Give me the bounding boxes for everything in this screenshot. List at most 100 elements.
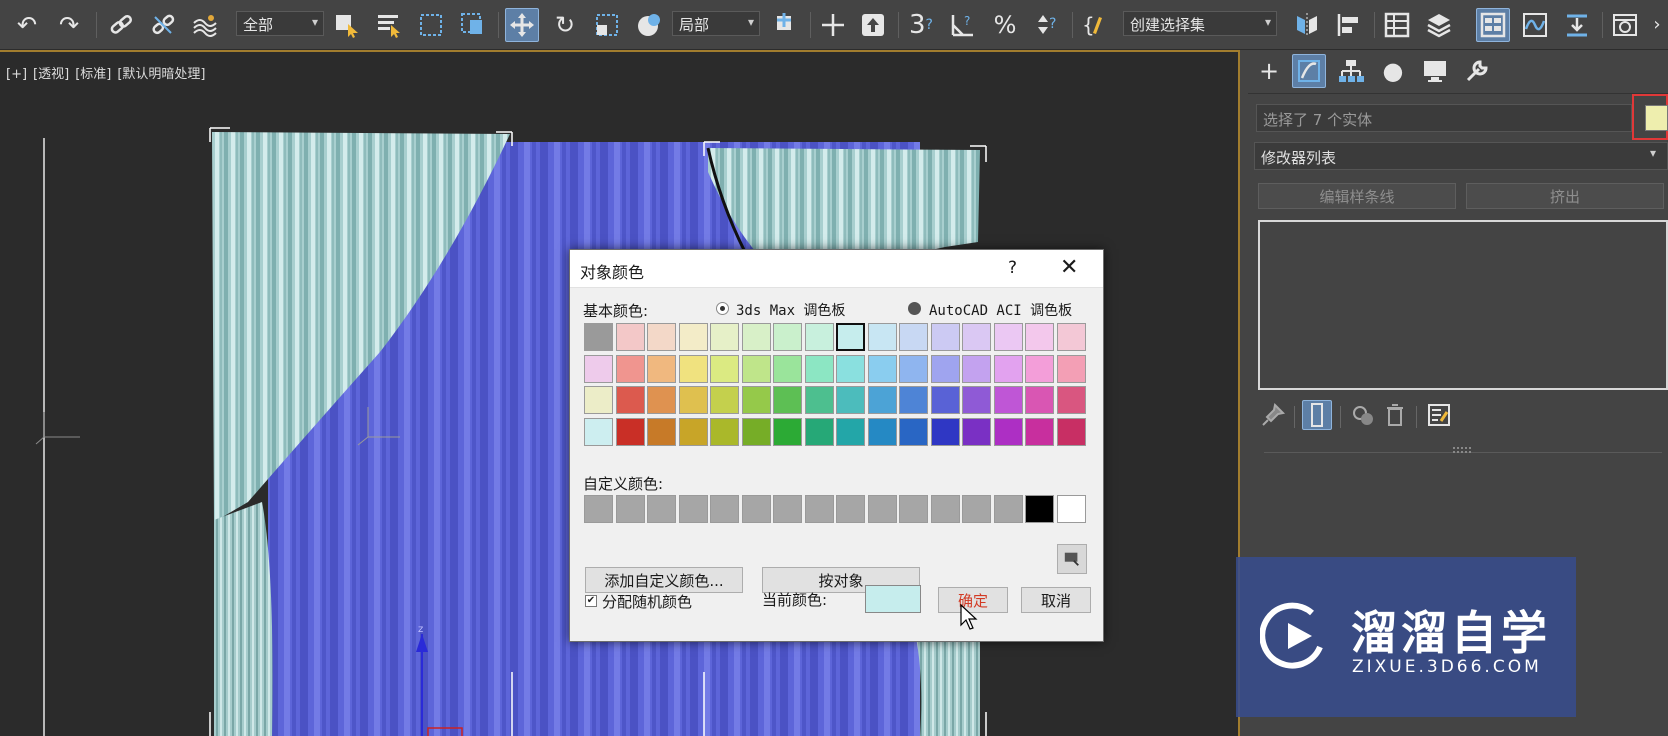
cancel-button[interactable]: 取消 (1021, 587, 1091, 613)
custom-color-swatch[interactable] (836, 495, 865, 523)
palette-swatch[interactable] (710, 386, 739, 414)
palette-swatch[interactable] (1056, 354, 1086, 383)
palette-swatch[interactable] (741, 386, 771, 414)
keyboard-shortcut-override-icon[interactable] (856, 8, 890, 42)
radio-autocad-aci-palette[interactable] (908, 302, 921, 315)
link-icon[interactable] (104, 8, 138, 42)
extrude-button[interactable]: 挤出 (1466, 183, 1664, 209)
palette-swatch[interactable] (773, 354, 802, 383)
palette-swatch[interactable] (741, 417, 771, 446)
palette-swatch[interactable] (773, 323, 802, 351)
edit-named-selection-icon[interactable]: { (1078, 8, 1112, 42)
custom-color-swatch[interactable] (773, 495, 802, 523)
random-color-checkbox[interactable]: ✔ (585, 595, 597, 607)
snap-3d-icon[interactable]: 3? (904, 8, 938, 42)
close-icon[interactable]: ✕ (1060, 255, 1078, 280)
palette-swatch[interactable] (930, 354, 960, 383)
palette-swatch[interactable] (899, 323, 928, 351)
palette-swatch[interactable] (773, 417, 802, 446)
palette-swatch[interactable] (647, 417, 676, 446)
palette-swatch[interactable] (647, 386, 676, 414)
palette-swatch[interactable] (678, 323, 708, 351)
named-selection-set-dropdown[interactable]: 创建选择集 (1123, 11, 1277, 36)
palette-swatch[interactable] (836, 386, 865, 414)
palette-swatch[interactable] (993, 354, 1023, 383)
align-icon[interactable] (1332, 8, 1366, 42)
custom-color-swatch[interactable] (930, 495, 960, 523)
palette-swatch[interactable] (930, 417, 960, 446)
remove-modifier-icon[interactable] (1380, 400, 1410, 430)
configure-modifier-sets-icon[interactable] (1424, 400, 1454, 430)
palette-swatch[interactable] (678, 386, 708, 414)
make-unique-icon[interactable] (1348, 400, 1378, 430)
palette-swatch[interactable] (615, 417, 645, 446)
palette-swatch[interactable] (836, 323, 865, 351)
palette-swatch[interactable] (867, 323, 897, 351)
palette-swatch[interactable] (993, 417, 1023, 446)
radio-3ds-max-palette[interactable] (716, 302, 729, 315)
bind-space-warp-icon[interactable] (188, 8, 222, 42)
palette-swatch[interactable] (993, 323, 1023, 351)
palette-swatch[interactable] (899, 354, 928, 383)
more-tools-chevron-icon[interactable]: › (1646, 8, 1668, 42)
mirror-icon[interactable] (1290, 8, 1324, 42)
palette-swatch[interactable] (678, 417, 708, 446)
palette-swatch[interactable] (773, 386, 802, 414)
tab-hierarchy-icon[interactable] (1334, 54, 1368, 88)
palette-swatch[interactable] (962, 417, 991, 446)
palette-swatch[interactable] (1056, 386, 1086, 414)
palette-swatch[interactable] (804, 417, 834, 446)
custom-color-swatch[interactable] (993, 495, 1023, 523)
reference-coordinate-dropdown[interactable]: 局部 (672, 11, 760, 36)
modifier-stack-list[interactable] (1258, 220, 1668, 390)
rotate-icon[interactable]: ↻ (548, 8, 582, 42)
add-custom-color-button[interactable]: 添加自定义颜色... (585, 567, 743, 593)
rectangular-selection-icon[interactable] (414, 8, 448, 42)
palette-swatch[interactable] (615, 386, 645, 414)
palette-swatch[interactable] (899, 417, 928, 446)
tab-create-icon[interactable]: + (1252, 54, 1286, 88)
redo-icon[interactable]: ↷ (52, 8, 86, 42)
palette-swatch[interactable] (899, 386, 928, 414)
tab-utilities-icon[interactable] (1460, 54, 1494, 88)
palette-swatch[interactable] (867, 354, 897, 383)
custom-color-swatch[interactable] (678, 495, 708, 523)
palette-swatch[interactable] (804, 323, 834, 351)
place-icon[interactable] (632, 8, 666, 42)
palette-swatch[interactable] (710, 417, 739, 446)
palette-swatch[interactable] (930, 386, 960, 414)
palette-swatch[interactable] (584, 323, 613, 351)
palette-swatch[interactable] (615, 323, 645, 351)
object-color-swatch[interactable] (1645, 105, 1668, 131)
current-color-swatch[interactable] (865, 585, 921, 613)
move-icon[interactable] (505, 8, 539, 42)
palette-swatch[interactable] (1056, 417, 1086, 446)
palette-swatch[interactable] (867, 417, 897, 446)
modifier-list-dropdown[interactable]: 修改器列表 (1254, 142, 1668, 170)
palette-swatch[interactable] (710, 323, 739, 351)
command-panel-toggle-icon[interactable] (1476, 8, 1510, 42)
custom-color-swatch[interactable] (741, 495, 771, 523)
palette-swatch[interactable] (647, 354, 676, 383)
percent-snap-icon[interactable]: % (988, 8, 1022, 42)
spinner-snap-icon[interactable]: ? (1030, 8, 1064, 42)
custom-color-swatch[interactable] (867, 495, 897, 523)
palette-swatch[interactable] (584, 354, 613, 383)
palette-swatch[interactable] (1025, 323, 1054, 351)
custom-color-swatch[interactable] (1056, 495, 1086, 523)
dialog-title-bar[interactable]: 对象颜色 ? ✕ (570, 250, 1103, 288)
palette-swatch[interactable] (867, 386, 897, 414)
palette-swatch[interactable] (584, 386, 613, 414)
tab-motion-icon[interactable]: ● (1376, 54, 1410, 88)
custom-color-swatch[interactable] (647, 495, 676, 523)
palette-swatch[interactable] (836, 417, 865, 446)
pin-stack-icon[interactable] (1258, 400, 1288, 430)
undo-icon[interactable]: ↶ (10, 8, 44, 42)
palette-swatch[interactable] (930, 323, 960, 351)
palette-swatch[interactable] (1025, 354, 1054, 383)
eyedropper-icon[interactable] (1057, 544, 1087, 574)
custom-color-swatch[interactable] (1025, 495, 1054, 523)
object-name-field[interactable]: 选择了 7 个实体 (1256, 104, 1632, 132)
palette-swatch[interactable] (836, 354, 865, 383)
curve-editor-icon[interactable] (1518, 8, 1552, 42)
